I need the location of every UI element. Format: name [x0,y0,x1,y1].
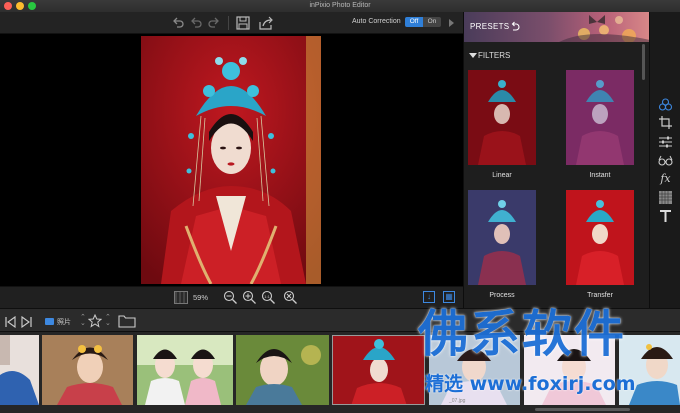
first-image-icon[interactable] [4,315,16,333]
share-icon[interactable] [258,15,274,31]
fx-icon[interactable]: fx [658,171,673,186]
effects-panel: PRESETS FILTERS Linear Instant Process T… [463,12,650,308]
zoom-in-icon[interactable] [242,290,257,305]
undo-icon[interactable] [172,15,184,31]
zoom-fit-icon[interactable] [283,290,298,305]
favorite-star-icon[interactable] [87,313,103,333]
refresh-icon[interactable] [510,20,520,38]
folder-selector[interactable]: 照片 [57,317,71,327]
watermark-url: 精选 www.foxirj.com [425,373,636,395]
filter-label-instant: Instant [589,172,611,179]
filter-thumb-instant[interactable] [566,70,634,165]
window-title: inPixio Photo Editor [309,2,371,9]
open-folder-icon[interactable] [118,313,136,333]
star-dropdown-icon[interactable]: ⌃ ⌄ [105,314,111,327]
paint-icon[interactable] [658,97,673,112]
toolbar-divider [228,16,229,30]
zoom-out-icon[interactable] [223,290,238,305]
top-toolbar: Auto Correction Off On [0,12,463,34]
folder-icon [45,318,54,325]
filter-thumb-transfer[interactable] [566,190,634,285]
undo-step-icon[interactable] [190,15,202,31]
film-thumb-selected[interactable] [332,335,425,405]
zoom-bar: 59% 1:1 ↓ ▦ [0,286,463,308]
crop-icon[interactable] [658,115,673,130]
auto-correction-toggle[interactable]: Off On [405,17,441,27]
title-bar: inPixio Photo Editor [0,0,680,12]
presets-label: PRESETS [470,22,510,31]
svg-text:1:1: 1:1 [264,294,270,299]
filters-section-header[interactable]: FILTERS [464,50,650,62]
folder-dropdown-icon[interactable]: ⌃ ⌄ [80,314,86,327]
filter-thumb-linear[interactable] [468,70,536,165]
filter-label-linear: Linear [492,172,512,179]
auto-correction-label: Auto Correction [352,18,401,25]
app-window: inPixio Photo Editor Auto Correction Off… [0,0,680,413]
film-thumb[interactable] [0,335,39,405]
texture-grid-icon[interactable] [658,190,673,205]
glasses-icon[interactable] [658,153,673,168]
save-icon[interactable] [235,15,251,31]
film-filename: _07.jpg [449,398,466,404]
play-icon[interactable] [449,19,454,27]
filmstrip-scrollbar[interactable] [535,408,630,411]
film-thumb[interactable] [236,335,329,405]
redo-icon[interactable] [208,15,220,31]
filters-label: FILTERS [478,51,511,60]
navigator-thumbnail[interactable] [174,291,188,304]
text-icon[interactable] [658,208,673,223]
watermark-title: 佛系软件 [418,305,626,363]
last-image-icon[interactable] [21,315,33,333]
main-photo [141,36,321,284]
adjust-sliders-icon[interactable] [658,134,673,149]
zoom-level: 59% [193,293,209,302]
film-thumb[interactable] [42,335,133,405]
film-thumb[interactable] [137,335,233,405]
tool-strip: fx [649,12,680,308]
zoom-actual-size-icon[interactable]: 1:1 [261,290,276,305]
disclosure-triangle-icon [469,53,477,58]
presets-header[interactable]: PRESETS [464,12,650,42]
filter-thumb-process[interactable] [468,190,536,285]
auto-correction-off[interactable]: Off [405,17,423,27]
auto-correction-on[interactable]: On [423,17,441,27]
image-canvas[interactable] [0,34,463,286]
